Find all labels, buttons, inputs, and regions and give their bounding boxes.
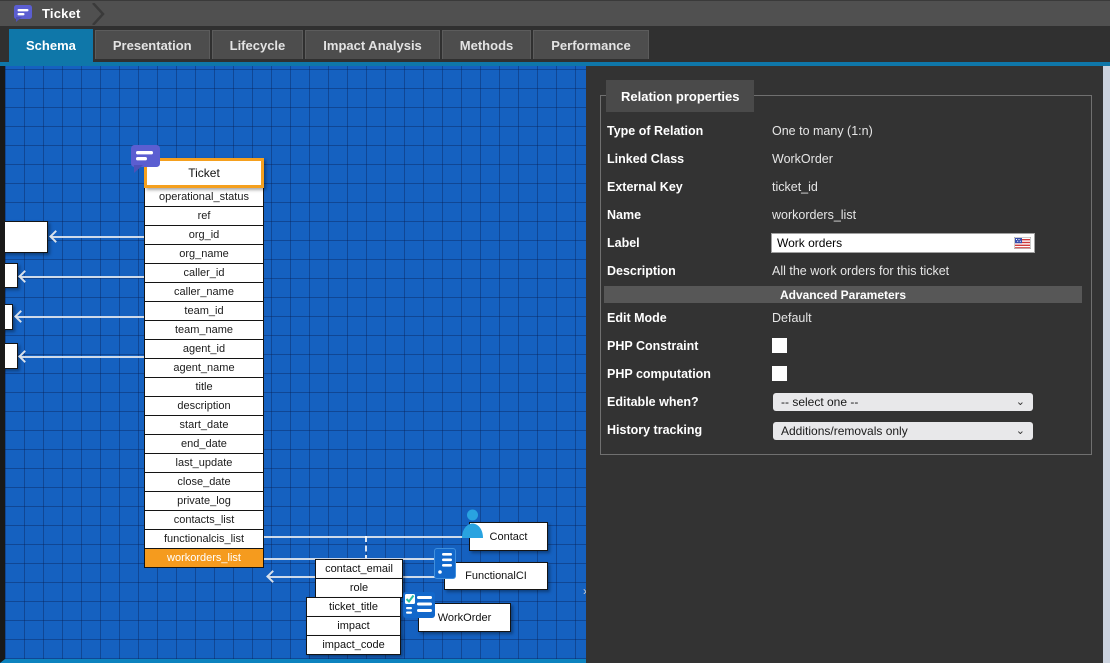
external-key-label: External Key xyxy=(607,180,683,194)
person-icon xyxy=(460,509,485,538)
panel-title: Relation properties xyxy=(606,80,754,112)
ticket-field-row[interactable]: team_name xyxy=(144,320,264,340)
ticket-field-row[interactable]: functionalcis_list xyxy=(144,529,264,549)
workorder-attributes-group: ticket_title impact impact_code xyxy=(306,597,401,655)
linked-class-label: Linked Class xyxy=(607,152,684,166)
ticket-field-row[interactable]: last_update xyxy=(144,453,264,473)
ticket-field-row[interactable]: org_id xyxy=(144,225,264,245)
attribute-box[interactable]: contact_email xyxy=(315,559,403,579)
language-flag-icon[interactable] xyxy=(1014,237,1031,249)
ticket-field-row[interactable]: org_name xyxy=(144,244,264,264)
title-bar: Ticket xyxy=(0,0,1110,26)
tab-impact-analysis[interactable]: Impact Analysis xyxy=(305,30,440,59)
ticket-class-icon xyxy=(129,144,161,174)
ticket-class-icon xyxy=(12,4,33,23)
edit-mode-value: Default xyxy=(772,311,812,325)
arrowhead-icon xyxy=(18,350,31,363)
stub-entity[interactable] xyxy=(0,343,18,369)
editable-when-select[interactable]: -- select one -- ⌄ xyxy=(773,393,1033,411)
page-title: Ticket xyxy=(42,6,81,21)
attribute-box[interactable]: role xyxy=(315,578,403,598)
relation-properties-panel: Relation properties Type of Relation One… xyxy=(586,66,1103,663)
stub-entity[interactable] xyxy=(0,263,18,288)
schema-canvas[interactable]: tion Ticket operational_status ref org_i… xyxy=(0,66,586,663)
description-label: Description xyxy=(607,264,676,278)
chevron-down-icon: ⌄ xyxy=(1016,397,1025,407)
chevron-down-icon: ⌄ xyxy=(1016,426,1025,436)
ticket-field-row[interactable]: agent_name xyxy=(144,358,264,378)
type-of-relation-value: One to many (1:n) xyxy=(772,124,873,138)
ticket-field-row[interactable]: contacts_list xyxy=(144,510,264,530)
stub-entity-organization[interactable]: tion xyxy=(0,221,48,253)
arrowhead-icon xyxy=(14,310,27,323)
connector-org-id xyxy=(51,236,144,238)
description-value: All the work orders for this ticket xyxy=(772,264,949,278)
ticket-field-row[interactable]: start_date xyxy=(144,415,264,435)
ticket-field-row[interactable]: operational_status xyxy=(144,187,264,207)
arrowhead-icon xyxy=(266,570,279,583)
ticket-field-row[interactable]: close_date xyxy=(144,472,264,492)
attribute-box[interactable]: ticket_title xyxy=(306,597,401,617)
ticket-field-row[interactable]: private_log xyxy=(144,491,264,511)
ticket-field-row[interactable]: caller_id xyxy=(144,263,264,283)
advanced-parameters-header[interactable]: Advanced Parameters xyxy=(604,286,1082,303)
edit-mode-label: Edit Mode xyxy=(607,311,667,325)
php-computation-label: PHP computation xyxy=(607,367,711,381)
history-tracking-selected-value: Additions/removals only xyxy=(781,424,908,438)
editable-when-selected-value: -- select one -- xyxy=(781,395,858,409)
tab-presentation[interactable]: Presentation xyxy=(95,30,210,59)
php-constraint-checkbox[interactable] xyxy=(773,339,786,352)
connector-agent-id xyxy=(20,356,144,358)
label-label: Label xyxy=(607,236,640,250)
ticket-entity-title: Ticket xyxy=(188,166,220,180)
attribute-box[interactable]: impact_code xyxy=(306,635,401,655)
history-tracking-select[interactable]: Additions/removals only ⌄ xyxy=(773,422,1033,440)
ticket-entity[interactable]: Ticket operational_status ref org_id org… xyxy=(144,158,264,568)
connector-team-id xyxy=(16,316,144,318)
attribute-box[interactable]: impact xyxy=(306,616,401,636)
ticket-field-row[interactable]: team_id xyxy=(144,301,264,321)
ticket-field-row[interactable]: caller_name xyxy=(144,282,264,302)
type-of-relation-label: Type of Relation xyxy=(607,124,703,138)
tab-bar: Schema Presentation Lifecycle Impact Ana… xyxy=(0,26,1110,62)
connector-contacts-list xyxy=(264,536,470,538)
stub-entity[interactable] xyxy=(0,304,13,330)
connector-caller-id xyxy=(20,276,144,278)
history-tracking-label: History tracking xyxy=(607,423,702,437)
tab-lifecycle[interactable]: Lifecycle xyxy=(212,30,304,59)
linked-class-value: WorkOrder xyxy=(772,152,833,166)
tab-methods[interactable]: Methods xyxy=(442,30,531,59)
tab-schema[interactable]: Schema xyxy=(9,29,93,62)
ticket-field-row[interactable]: description xyxy=(144,396,264,416)
server-icon xyxy=(434,548,456,579)
php-computation-checkbox[interactable] xyxy=(773,367,786,380)
ticket-field-row[interactable]: agent_id xyxy=(144,339,264,359)
ticket-entity-header[interactable]: Ticket xyxy=(144,158,264,188)
ticket-field-row-selected[interactable]: workorders_list xyxy=(144,548,264,568)
editable-when-label: Editable when? xyxy=(607,395,699,409)
checklist-icon xyxy=(403,592,435,618)
arrowhead-icon xyxy=(49,230,62,243)
name-value: workorders_list xyxy=(772,208,856,222)
vertical-scrollbar[interactable] xyxy=(1103,66,1110,663)
arrowhead-icon xyxy=(18,270,31,283)
ticket-field-row[interactable]: end_date xyxy=(144,434,264,454)
breadcrumb[interactable]: Ticket xyxy=(0,1,111,26)
name-label: Name xyxy=(607,208,641,222)
ticket-field-row[interactable]: ref xyxy=(144,206,264,226)
contact-attributes-group: contact_email role xyxy=(315,559,403,598)
functionalci-entity[interactable]: FunctionalCI xyxy=(444,562,548,590)
breadcrumb-chevron-icon xyxy=(91,3,105,25)
php-constraint-label: PHP Constraint xyxy=(607,339,698,353)
ticket-field-row[interactable]: title xyxy=(144,377,264,397)
external-key-value: ticket_id xyxy=(772,180,818,194)
label-input[interactable] xyxy=(771,233,1035,253)
tab-performance[interactable]: Performance xyxy=(533,30,648,59)
